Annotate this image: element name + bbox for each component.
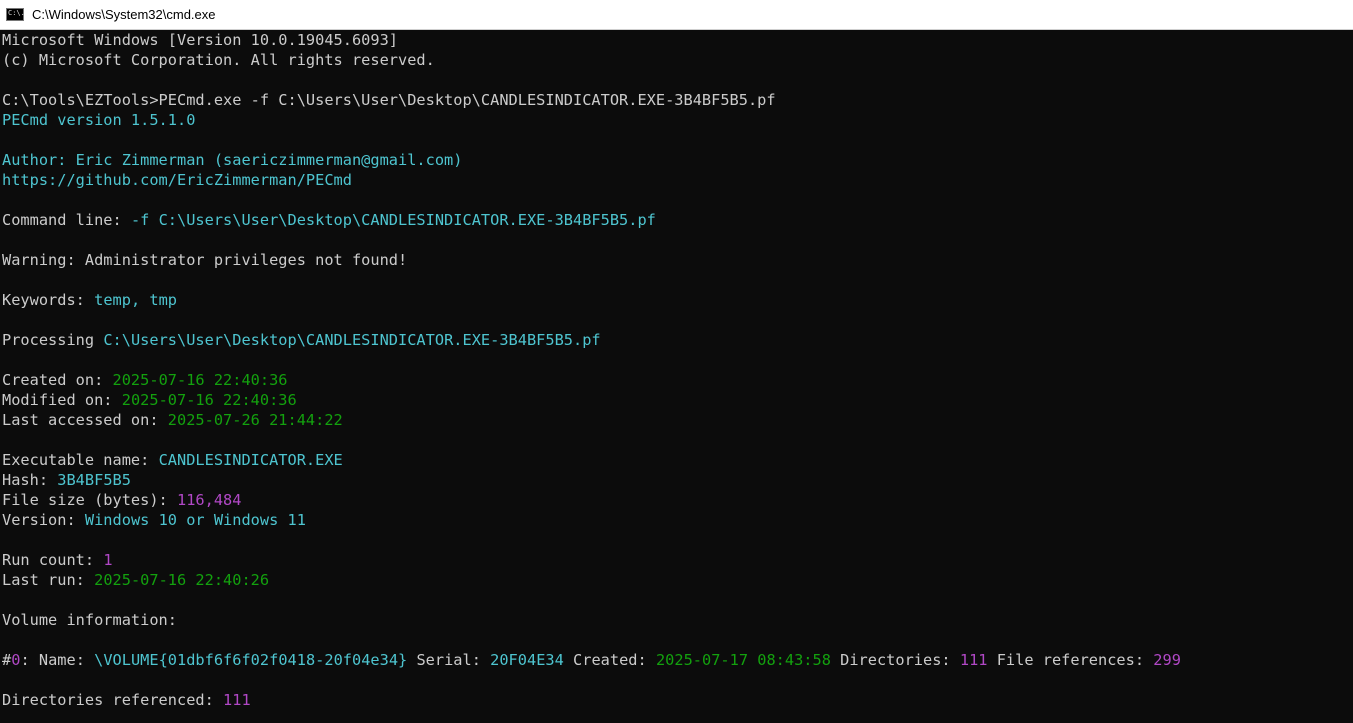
console-text: (c) Microsoft Corporation. All rights re… [2,51,435,69]
console-text: Created on: [2,371,113,389]
console-text: 1 [103,551,113,569]
console-line: Modified on: 2025-07-16 22:40:36 [2,390,1353,410]
console-line: C:\Tools\EZTools>PECmd.exe -f C:\Users\U… [2,90,1353,110]
console-text: CANDLESINDICATOR.EXE [158,451,343,469]
console-text: 20F04E34 [490,651,564,669]
console-text: 111 [959,651,988,669]
console-text: Executable name: [2,451,159,469]
console-line: Version: Windows 10 or Windows 11 [2,510,1353,530]
console-text: Keywords: [2,291,95,309]
console-text: Microsoft Windows [Version 10.0.19045.60… [2,31,399,49]
console-text: Directories: [830,651,960,669]
console-text: https://github.com/EricZimmerman/PECmd [2,171,352,189]
console-line: #0: Name: \VOLUME{01dbf6f6f02f0418-20f04… [2,650,1353,670]
console-text: Last run: [2,571,95,589]
console-line: https://github.com/EricZimmerman/PECmd [2,170,1353,190]
console-line: File size (bytes): 116,484 [2,490,1353,510]
console-text: Last accessed on: [2,411,168,429]
console-text: File size (bytes): [2,491,177,509]
console-line: Executable name: CANDLESINDICATOR.EXE [2,450,1353,470]
console-text: C:\Users\User\Desktop\CANDLESINDICATOR.E… [103,331,601,349]
console-line: Warning: Administrator privileges not fo… [2,250,1353,270]
console-text: : Name: [20,651,95,669]
console-text: 111 [223,691,251,709]
console-line: PECmd version 1.5.1.0 [2,110,1353,130]
console-output[interactable]: Microsoft Windows [Version 10.0.19045.60… [0,30,1353,710]
console-line: Run count: 1 [2,550,1353,570]
console-text: 299 [1153,651,1181,669]
window-titlebar[interactable]: C:\. C:\Windows\System32\cmd.exe [0,0,1353,30]
console-text: PECmd version 1.5.1.0 [2,111,196,129]
console-text: Processing [2,331,104,349]
console-text: 2025-07-17 08:43:58 [655,651,831,669]
console-text: Version: [2,511,85,529]
console-text: Created: [563,651,656,669]
console-text: Command line: [2,211,131,229]
console-line: (c) Microsoft Corporation. All rights re… [2,50,1353,70]
console-text: Volume information: [2,611,177,629]
console-text: \VOLUME{01dbf6f6f02f0418-20f04e34} [94,651,408,669]
console-text: Hash: [2,471,58,489]
console-line: Hash: 3B4BF5B5 [2,470,1353,490]
console-line: Last run: 2025-07-16 22:40:26 [2,570,1353,590]
console-line: Keywords: temp, tmp [2,290,1353,310]
console-text: Directories referenced: [2,691,224,709]
console-text: Warning: Administrator privileges not fo… [2,251,408,269]
console-text: temp, tmp [94,291,177,309]
console-line: Microsoft Windows [Version 10.0.19045.60… [2,30,1353,50]
console-text: File references: [987,651,1154,669]
console-text: 2025-07-16 22:40:36 [112,371,288,389]
console-line: Created on: 2025-07-16 22:40:36 [2,370,1353,390]
console-text: # [2,651,12,669]
console-line: Last accessed on: 2025-07-26 21:44:22 [2,410,1353,430]
console-text: 116,484 [176,491,242,509]
console-text: C:\Tools\EZTools>PECmd.exe -f C:\Users\U… [2,91,776,109]
cmd-icon: C:\. [6,8,25,21]
console-text: Serial: [407,651,491,669]
console-line: Volume information: [2,610,1353,630]
console-text: 2025-07-16 22:40:26 [94,571,270,589]
console-line: Processing C:\Users\User\Desktop\CANDLES… [2,330,1353,350]
console-text: -f C:\Users\User\Desktop\CANDLESINDICATO… [130,211,656,229]
console-text: Author: Eric Zimmerman (saericzimmerman@… [2,151,463,169]
window-title: C:\Windows\System32\cmd.exe [32,7,216,22]
console-line: Command line: -f C:\Users\User\Desktop\C… [2,210,1353,230]
console-line: Directories referenced: 111 [2,690,1353,710]
console-text: Modified on: [2,391,122,409]
console-text: 2025-07-26 21:44:22 [167,411,343,429]
console-text: Windows 10 or Windows 11 [84,511,306,529]
console-text: Run count: [2,551,104,569]
console-text: 2025-07-16 22:40:36 [121,391,297,409]
console-text: 3B4BF5B5 [57,471,131,489]
console-line: Author: Eric Zimmerman (saericzimmerman@… [2,150,1353,170]
